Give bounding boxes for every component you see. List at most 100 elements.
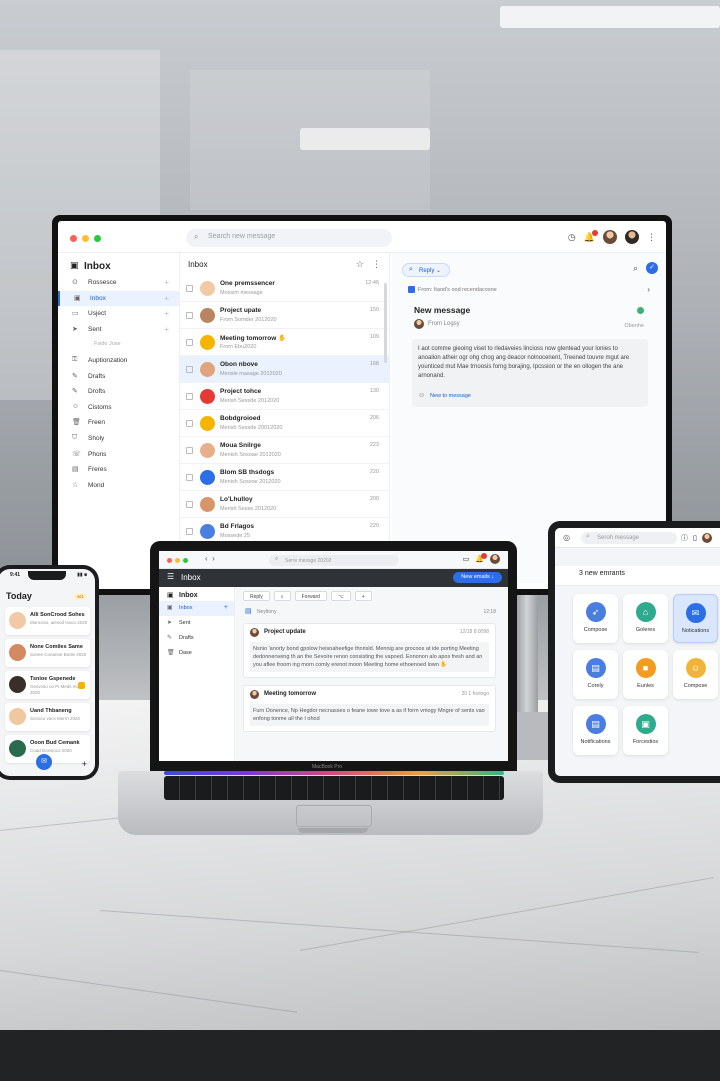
sidebar-item-freen[interactable]: 🗑 Freen — [58, 415, 179, 431]
avatar[interactable] — [490, 554, 500, 564]
maximize-window-button[interactable] — [94, 235, 101, 242]
avatar[interactable] — [625, 230, 639, 244]
sidebar-item-freres[interactable]: ▤ Freres — [58, 462, 179, 478]
star-icon[interactable]: ☆ — [356, 259, 364, 270]
row-checkbox[interactable] — [186, 420, 193, 427]
new-emails-button[interactable]: New emails ↓ — [453, 572, 502, 583]
lock-icon[interactable]: ▯ — [693, 534, 697, 542]
add-icon[interactable]: + — [164, 325, 169, 334]
check-icon[interactable]: ✓ — [646, 262, 658, 274]
add-icon[interactable]: + — [164, 294, 169, 303]
sidebar-item-inbox[interactable]: ▣ Inbox + — [58, 290, 179, 307]
touch-bar[interactable] — [164, 771, 504, 775]
row-checkbox[interactable] — [186, 447, 193, 454]
notifications-icon[interactable]: 🔔 — [475, 553, 487, 563]
reply-button[interactable]: ⌕ Reply ⌄ — [402, 263, 451, 277]
sidebar-item-sholy[interactable]: ⛉ Sholy — [58, 431, 179, 447]
table-row[interactable]: Lo'Lhulloy Merish Sesse 2012020 200 — [180, 491, 389, 518]
row-checkbox[interactable] — [186, 339, 193, 346]
table-row[interactable]: Project upate From Somder 2012020 150 — [180, 302, 389, 329]
search-input[interactable]: ⌕ Search new message — [186, 229, 392, 247]
toolbar-button[interactable]: Reply — [243, 591, 270, 601]
row-checkbox[interactable] — [186, 474, 193, 481]
row-checkbox[interactable] — [186, 393, 193, 400]
minimize-window-button[interactable] — [82, 235, 89, 242]
tile-notifications[interactable]: ▤ Notifications — [573, 706, 618, 755]
more-icon[interactable]: ⋮ — [372, 259, 381, 270]
message-preview: Sonoco vacs Merrn 2020 — [30, 716, 81, 721]
add-icon[interactable]: + — [164, 278, 169, 287]
tile-corely[interactable]: ▤ Corely — [573, 650, 618, 699]
minimize-window-button[interactable] — [175, 558, 180, 563]
sidebar-item-usject[interactable]: ▭ Usject + — [58, 306, 179, 322]
more-icon[interactable]: ⋮ — [647, 232, 656, 243]
compose-fab-button[interactable]: ✉ — [36, 754, 52, 770]
maximize-window-button[interactable] — [183, 558, 188, 563]
close-window-button[interactable] — [167, 558, 172, 563]
search-icon[interactable]: ⌕ — [633, 263, 638, 274]
list-item[interactable]: Alli SonCrood Sohes Moncoso, aiesod Issoo… — [5, 607, 90, 635]
table-row[interactable]: One premssencer Mossim message 12:46 — [180, 275, 389, 302]
sidebar-item-phons[interactable]: ☏ Phons — [58, 447, 179, 463]
chevron-right-icon[interactable]: › — [647, 285, 650, 294]
toolbar-button[interactable]: ⌕ — [273, 591, 291, 601]
avatar[interactable] — [603, 230, 617, 244]
tile-eunles[interactable]: ■ Eunles — [623, 650, 668, 699]
settings-icon[interactable]: ◎ — [563, 533, 570, 542]
notifications-icon[interactable]: 🔔 — [584, 229, 599, 243]
menu-icon[interactable]: ☰ — [167, 572, 174, 581]
toolbar-button[interactable]: + — [354, 591, 372, 601]
search-input[interactable]: ⌕ Serre messge 20202 — [269, 555, 399, 566]
list-item[interactable]: Tsnioe Gspenede Gesvoso oo Pi Meds moc 20… — [5, 671, 90, 699]
sidebar-item-drofts[interactable]: ✎ Drofts — [58, 384, 179, 400]
row-checkbox[interactable] — [186, 528, 193, 535]
sidebar-item-auptionzation[interactable]: ⚿ Auptionzation — [58, 353, 179, 369]
timer-icon[interactable]: ◷ — [568, 232, 576, 243]
tile-forcestios[interactable]: ▣ Forcestios — [623, 706, 668, 755]
list-item[interactable]: Uand Thbaneng Sonoco vacs Merrn 2020 — [5, 703, 90, 731]
sidebar-item-cistoms[interactable]: ☺ Cistoms — [58, 400, 179, 416]
close-window-button[interactable] — [70, 235, 77, 242]
new-message-link[interactable]: ☺ New to message — [418, 392, 471, 401]
toolbar-button[interactable]: ⌥ — [330, 591, 351, 601]
new-emails-header[interactable]: 3 new emrants › — [555, 566, 720, 586]
tile-compose[interactable]: ➶ Compose — [573, 594, 618, 643]
sidebar-item-label: Rossesce — [88, 279, 117, 286]
compose-icon[interactable]: ▭ — [463, 555, 470, 563]
sidebar-item-drafts[interactable]: ✎ Drafts — [159, 631, 234, 646]
message-card[interactable]: Project update 12/18 8:0098 Nsnio 'anorty … — [243, 623, 496, 678]
message-card[interactable]: Meeting tomorrow 20 1 foologo Furn Donence… — [243, 685, 496, 732]
sidebar-item-inbox[interactable]: ▣ Inbox + — [159, 601, 234, 616]
scrollbar[interactable] — [384, 283, 387, 363]
add-icon[interactable]: + — [164, 309, 169, 318]
info-icon[interactable]: ⓘ — [681, 533, 688, 543]
table-row[interactable]: Meeting tomorrow ✋ From Ebu2020 109 — [180, 329, 389, 356]
sidebar-item-mond[interactable]: ☆ Mond — [58, 478, 179, 494]
sidebar-item-sent[interactable]: ➤ Sent — [159, 616, 234, 631]
sidebar-item-rossesce[interactable]: ⊙ Rossesce + — [58, 275, 179, 291]
add-icon[interactable]: + — [224, 604, 228, 611]
table-row[interactable]: Bobdgroioed Merish Sessde 20012020 206 — [180, 410, 389, 437]
list-item[interactable]: None Comiles Same Sonee Conanne Bosle 202… — [5, 639, 90, 667]
nav-arrows-icon[interactable]: ‹ › — [205, 554, 215, 563]
table-row[interactable]: Moua Snilrge Menish Sosoae 2012020 223 — [180, 437, 389, 464]
table-row[interactable]: Blom SB thsdogs Menish Sossoe 2012020 220 — [180, 464, 389, 491]
row-checkbox[interactable] — [186, 501, 193, 508]
keyboard[interactable] — [164, 776, 504, 800]
sidebar-item-dase[interactable]: 🗑 Dase — [159, 646, 234, 661]
row-checkbox[interactable] — [186, 312, 193, 319]
toolbar-button[interactable]: Forward — [294, 591, 327, 601]
avatar[interactable] — [701, 533, 712, 543]
row-checkbox[interactable] — [186, 285, 193, 292]
table-row[interactable]: Obon nbove Merisle masage 2012020 168 — [180, 356, 389, 383]
table-row[interactable]: Project tohce Merish Sessde 2012020 130 — [180, 383, 389, 410]
tile-compose[interactable]: ☺ Compose — [673, 650, 718, 699]
sidebar-item-drafts[interactable]: ✎ Drafts — [58, 369, 179, 385]
tile-notications[interactable]: ✉ Notications — [673, 594, 718, 643]
search-input[interactable]: ⌕ Seroh message — [581, 532, 677, 544]
tile-goleres[interactable]: ⌂ Goleres — [623, 594, 668, 643]
row-checkbox[interactable] — [186, 366, 193, 373]
add-icon[interactable]: + — [82, 759, 87, 769]
sidebar-item-sent[interactable]: ➤ Sent + — [58, 322, 179, 338]
trackpad[interactable] — [296, 805, 372, 827]
